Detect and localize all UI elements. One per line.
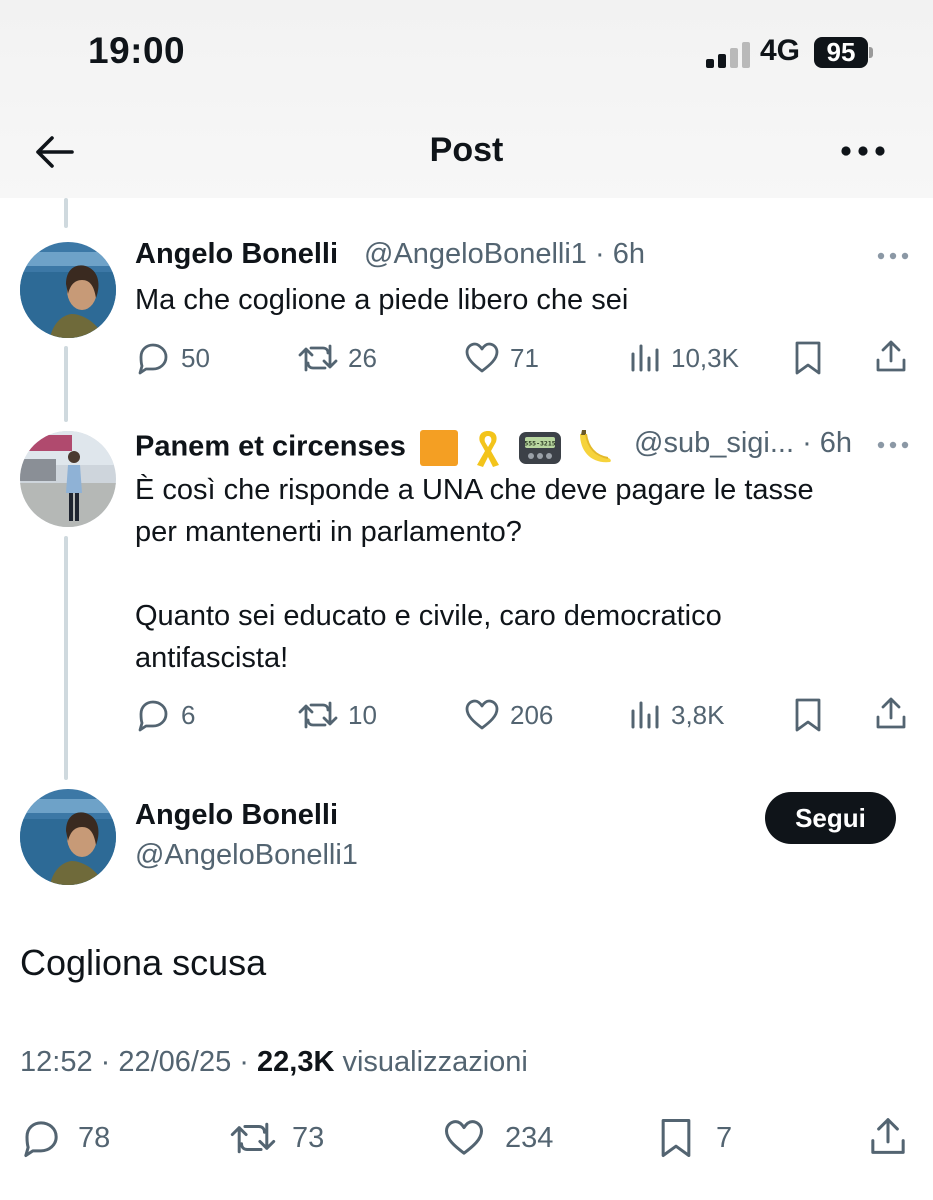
orange-square-emoji xyxy=(419,430,458,466)
reply-icon xyxy=(24,1121,58,1158)
tweet-text-line: È così che risponde a UNA che deve pagar… xyxy=(135,474,814,506)
like-button[interactable]: 234 xyxy=(443,1117,553,1159)
bookmark-count: 7 xyxy=(716,1121,733,1154)
like-count: 234 xyxy=(505,1121,554,1154)
like-icon xyxy=(465,342,499,373)
author-meta: @sub_sigi... · 6h xyxy=(634,427,853,459)
network-type: 4G xyxy=(760,34,801,67)
thread-line xyxy=(64,346,68,422)
like-icon xyxy=(465,699,499,730)
banana-emoji xyxy=(580,430,611,463)
bookmark-icon[interactable] xyxy=(793,697,823,733)
views-count: 10,3K xyxy=(671,342,739,373)
share-icon[interactable] xyxy=(868,1115,908,1157)
more-icon[interactable] xyxy=(876,440,910,450)
post-meta: 12:52 · 22/06/25 · 22,3K visualizzazioni xyxy=(20,1046,528,1078)
views-icon xyxy=(631,701,659,729)
post-time: 12:52 xyxy=(20,1046,93,1078)
avatar[interactable] xyxy=(20,789,116,885)
views-count: 22,3K xyxy=(257,1046,335,1078)
like-icon xyxy=(444,1120,484,1155)
share-icon[interactable] xyxy=(874,338,908,374)
reply-button[interactable]: 78 xyxy=(20,1117,110,1159)
battery-icon: 95 xyxy=(814,37,868,68)
svg-text:555-3215: 555-3215 xyxy=(524,440,555,448)
author-name[interactable]: Panem et circenses 555-3215 xyxy=(135,427,616,469)
more-icon[interactable] xyxy=(840,145,886,157)
author-handle[interactable]: @AngeloBonelli1 xyxy=(135,839,358,872)
repost-icon xyxy=(230,1122,276,1154)
author-name[interactable]: Angelo Bonelli xyxy=(135,799,338,832)
tweet-text-line: antifascista! xyxy=(135,642,289,674)
bookmark-icon xyxy=(661,1118,691,1158)
thread-line xyxy=(64,198,68,228)
like-button[interactable]: 71 xyxy=(464,340,539,376)
reply-count: 78 xyxy=(78,1121,111,1154)
bookmark-button[interactable]: 7 xyxy=(658,1117,732,1159)
reply-button[interactable]: 6 xyxy=(135,697,195,733)
views-button[interactable]: 10,3K xyxy=(629,340,739,376)
follow-button[interactable]: Segui xyxy=(765,792,896,844)
post-age: 6h xyxy=(612,238,645,270)
repost-icon xyxy=(298,344,338,372)
author-handle[interactable]: @sub_sigi... xyxy=(634,427,794,459)
top-bar: 19:00 4G 95 Post xyxy=(0,0,933,198)
views-label: visualizzazioni xyxy=(342,1046,528,1078)
post-text: Cogliona scusa xyxy=(20,942,267,983)
repost-count: 10 xyxy=(348,699,377,730)
views-button[interactable]: 3,8K xyxy=(629,697,725,733)
reply-icon xyxy=(138,343,168,375)
views-count: 3,8K xyxy=(671,699,725,730)
bookmark-icon[interactable] xyxy=(793,340,823,376)
pager-emoji: 555-3215 xyxy=(519,432,562,464)
tweet-text-line: per mantenerti in parlamento? xyxy=(135,516,522,548)
signal-icon xyxy=(706,42,750,68)
repost-button[interactable]: 73 xyxy=(230,1117,324,1159)
post-date: 22/06/25 xyxy=(118,1046,232,1078)
repost-count: 73 xyxy=(292,1121,325,1154)
page-title: Post xyxy=(429,131,504,169)
tweet-text: Ma che coglione a piede libero che sei xyxy=(135,284,629,316)
reply-icon xyxy=(138,700,168,732)
author-handle[interactable]: @AngeloBonelli1 xyxy=(364,238,587,270)
repost-button[interactable]: 26 xyxy=(298,340,377,376)
thread-line xyxy=(64,536,68,780)
reply-button[interactable]: 50 xyxy=(135,340,210,376)
avatar[interactable] xyxy=(20,431,116,527)
repost-icon xyxy=(298,701,338,729)
battery-tip xyxy=(869,47,873,58)
post-age: 6h xyxy=(819,427,853,459)
like-button[interactable]: 206 xyxy=(464,697,553,733)
author-meta: @AngeloBonelli1 · 6h xyxy=(364,238,645,270)
reply-count: 50 xyxy=(181,342,210,373)
more-icon[interactable] xyxy=(876,251,910,261)
share-icon[interactable] xyxy=(874,695,908,731)
repost-count: 26 xyxy=(348,342,377,373)
tweet-text-line: Quanto sei educato e civile, caro democr… xyxy=(135,600,722,632)
ribbon-emoji xyxy=(476,431,499,467)
like-count: 206 xyxy=(510,699,554,730)
views-icon xyxy=(631,344,659,372)
like-count: 71 xyxy=(510,342,539,373)
repost-button[interactable]: 10 xyxy=(298,697,377,733)
avatar[interactable] xyxy=(20,242,116,338)
reply-count: 6 xyxy=(181,699,196,730)
status-time: 19:00 xyxy=(88,30,186,71)
author-name[interactable]: Angelo Bonelli xyxy=(135,238,338,271)
